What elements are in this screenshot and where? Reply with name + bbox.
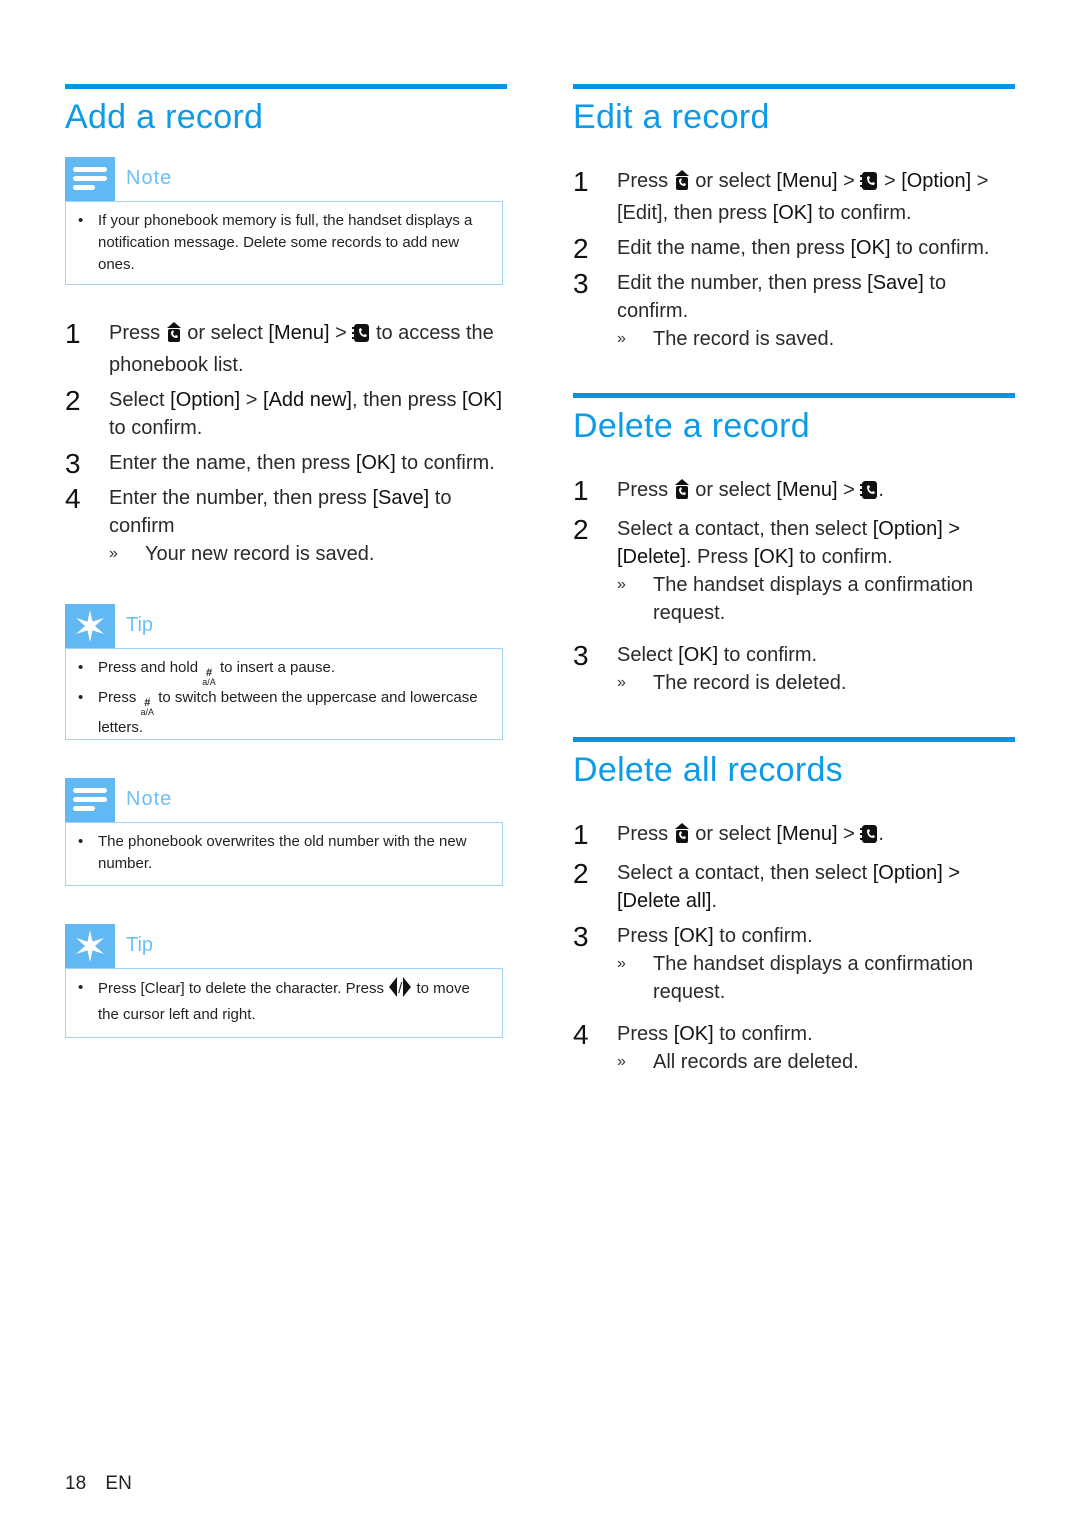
step-3: 3 Select [OK] to confirm. » The record i…: [573, 641, 1015, 697]
step-3: 3 Enter the name, then press [OK] to con…: [65, 448, 495, 479]
add-record-steps: 1 Press or select [Menu] > to access the…: [65, 319, 507, 568]
tip-box: Tip Press and hold #a/A to insert a paus…: [65, 604, 507, 740]
phonebook-menu-icon: [860, 824, 878, 852]
section-title-delete-record: Delete a record: [573, 407, 810, 445]
tip-asterisk-icon: [65, 924, 115, 968]
step-4: 4 Press [OK] to confirm. » All records a…: [573, 1020, 1015, 1076]
step-result: » The record is deleted.: [617, 669, 1015, 697]
page-number: 18: [65, 1473, 87, 1494]
result-marker: »: [617, 330, 626, 347]
delete-record-steps: 1 Press or select [Menu] > . 2 Select a …: [573, 476, 1015, 697]
section-rule: [573, 393, 1015, 398]
step-2: 2 Select a contact, then select [Option]…: [573, 858, 960, 913]
section-title-add-record: Add a record: [65, 98, 264, 136]
left-column: Add a record Note If your phonebook memo…: [65, 84, 507, 1038]
step-2: 2 Edit the name, then press [OK] to conf…: [573, 233, 990, 264]
step-2: 2 Select a contact, then select [Option]…: [573, 515, 1015, 627]
step-result: » The handset displays a confirmation re…: [617, 950, 1015, 1006]
result-marker: »: [617, 576, 626, 593]
result-marker: »: [617, 674, 626, 691]
note-lines-icon: [65, 157, 115, 201]
hash-case-key-icon: # a/A: [202, 667, 216, 687]
note-label: Note: [126, 788, 173, 810]
note-item: The phonebook overwrites the old number …: [78, 831, 488, 875]
step-2: 2 Select [Option] > [Add new], then pres…: [65, 385, 503, 440]
step-1: 1 Press or select [Menu] > > [Option] > …: [573, 166, 989, 225]
phonebook-menu-icon: [860, 480, 878, 508]
step-1: 1 Press or select [Menu] > to access the…: [65, 318, 494, 377]
hash-case-key-icon: # a/A: [140, 697, 155, 717]
result-marker: »: [617, 955, 626, 972]
tip-item: Press [Clear] to delete the character. P…: [78, 977, 488, 1026]
section-rule: [65, 84, 507, 89]
step-1: 1 Press or select [Menu] > .: [573, 475, 884, 508]
tip-asterisk-icon: [65, 604, 115, 648]
result-marker: »: [109, 545, 118, 562]
home-phonebook-key-icon: [674, 169, 690, 199]
step-1: 1 Press or select [Menu] > .: [573, 819, 884, 852]
section-title-edit-record: Edit a record: [573, 98, 770, 136]
step-result: » The record is saved.: [617, 325, 1015, 353]
home-phonebook-key-icon: [674, 822, 690, 852]
step-4: 4 Enter the number, then press [Save] to…: [65, 484, 507, 568]
step-result: » Your new record is saved.: [109, 540, 507, 568]
note-item: If your phonebook memory is full, the ha…: [78, 210, 488, 276]
tip-item: Press and hold #a/A to insert a pause.: [78, 657, 488, 687]
step-result: » The handset displays a confirmation re…: [617, 571, 1015, 627]
delete-all-steps: 1 Press or select [Menu] > . 2 Select a …: [573, 820, 1015, 1076]
tip-label: Tip: [126, 934, 154, 956]
step-result: » All records are deleted.: [617, 1048, 1015, 1076]
note-lines-icon: [65, 778, 115, 822]
page-footer: 18 EN: [65, 1473, 146, 1495]
right-arrow-icon: [402, 977, 412, 1004]
section-title-delete-all-records: Delete all records: [573, 751, 843, 789]
section-rule: [573, 84, 1015, 89]
step-3: 3 Press [OK] to confirm. » The handset d…: [573, 922, 1015, 1006]
tip-label: Tip: [126, 614, 154, 636]
left-arrow-icon: [388, 977, 398, 1004]
note-box: Note The phonebook overwrites the old nu…: [65, 778, 507, 886]
step-3: 3 Edit the number, then press [Save] to …: [573, 269, 1015, 353]
tip-box: Tip Press [Clear] to delete the characte…: [65, 924, 507, 1038]
edit-record-steps: 1 Press or select [Menu] > > [Option] > …: [573, 167, 1015, 353]
tip-item: Press #a/A to switch between the upperca…: [78, 687, 488, 739]
note-label: Note: [126, 167, 173, 189]
section-rule: [573, 737, 1015, 742]
right-column: Edit a record 1 Press or select [Menu] >…: [573, 84, 1015, 1083]
note-box: Note If your phonebook memory is full, t…: [65, 157, 507, 285]
language-code: EN: [105, 1473, 132, 1494]
home-phonebook-key-icon: [674, 478, 690, 508]
result-marker: »: [617, 1053, 626, 1070]
phonebook-menu-icon: [860, 171, 878, 199]
phonebook-menu-icon: [352, 323, 370, 351]
home-phonebook-key-icon: [166, 321, 182, 351]
